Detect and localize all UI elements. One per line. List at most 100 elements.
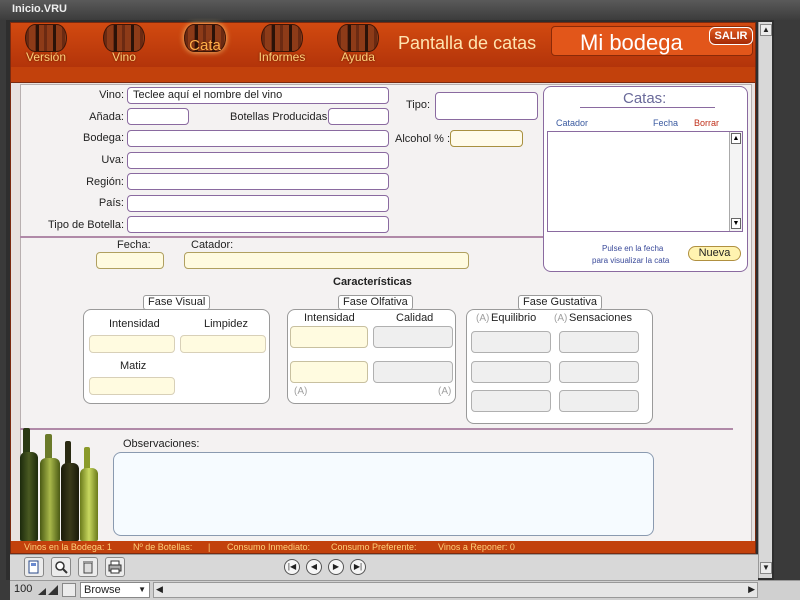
caracteristicas-heading: Características	[333, 276, 412, 288]
nav-informes-label: Informes	[258, 50, 306, 64]
gustativa-equilibrio-label: Equilibrio	[491, 312, 537, 324]
gustativa-sensaciones-label: Sensaciones	[569, 312, 632, 324]
barrel-icon	[25, 24, 67, 52]
status-separator: |	[208, 542, 211, 552]
visual-matiz-label: Matiz	[120, 360, 147, 372]
tipo-botella-label: Tipo de Botella:	[47, 219, 124, 231]
olfativa-intensidad-label: Intensidad	[304, 312, 355, 324]
botellas-producidas-field[interactable]	[328, 108, 389, 125]
gustativa-field-1[interactable]	[471, 331, 551, 353]
gustativa-hint-1: (A)	[476, 313, 490, 324]
divider-line-2	[20, 428, 733, 430]
scroll-down-icon[interactable]: ▼	[760, 562, 772, 574]
fecha-field[interactable]	[96, 252, 164, 269]
col-catador: Catador	[556, 118, 589, 128]
catas-hint-2: para visualizar la cata	[592, 256, 670, 265]
olfativa-aroma-field-2[interactable]	[373, 361, 453, 383]
nav-vino-button[interactable]: Vino	[93, 23, 155, 67]
bodega-field[interactable]	[127, 130, 389, 147]
status-vinos-bodega: Vinos en la Bodega: 1	[24, 542, 112, 552]
anada-label: Añada:	[89, 111, 124, 123]
tipo-botella-field[interactable]	[127, 216, 389, 233]
scroll-up-icon[interactable]: ▲	[760, 24, 772, 36]
visual-intensidad-field[interactable]	[89, 335, 175, 353]
alcohol-field[interactable]	[450, 130, 523, 147]
uva-field[interactable]	[127, 152, 389, 169]
vino-field[interactable]: Teclee aquí el nombre del vino	[127, 87, 389, 104]
nav-version-label: Versión	[25, 50, 67, 64]
fase-visual-title: Fase Visual	[143, 295, 211, 310]
salir-button[interactable]: SALIR	[709, 27, 753, 45]
gustativa-field-3[interactable]	[471, 361, 551, 383]
scroll-right-icon[interactable]: ▶	[748, 584, 755, 595]
scroll-up-icon[interactable]: ▲	[731, 133, 741, 144]
gustativa-field-4[interactable]	[559, 361, 639, 383]
observaciones-label: Observaciones:	[123, 438, 200, 450]
scroll-left-icon[interactable]: ◀	[156, 584, 163, 595]
print-icon[interactable]	[105, 557, 125, 577]
nav-ayuda-button[interactable]: Ayuda	[327, 23, 389, 67]
mode-select[interactable]: Browse ▼	[80, 582, 150, 598]
olfativa-intensidad-field[interactable]	[290, 326, 368, 348]
screen-title: Pantalla de catas	[398, 33, 537, 53]
fase-gustativa-title: Fase Gustativa	[518, 295, 602, 310]
status-vinos-reponer: Vinos a Reponer: 0	[438, 542, 515, 552]
first-icon[interactable]: |◀	[284, 559, 300, 575]
catador-label: Catador:	[191, 239, 234, 251]
olfativa-aroma-field-1[interactable]	[290, 361, 368, 383]
bodega-label: Bodega:	[83, 132, 124, 144]
last-icon[interactable]: ▶|	[350, 559, 366, 575]
visual-limpidez-field[interactable]	[180, 335, 266, 353]
catas-scrollbar[interactable]: ▲ ▼	[729, 132, 742, 231]
nav-version-button[interactable]: Versión	[15, 23, 77, 67]
window-title: Inicio.VRU	[0, 0, 800, 20]
trash-icon[interactable]	[78, 557, 98, 577]
gustativa-field-5[interactable]	[471, 390, 551, 412]
tipo-field[interactable]	[435, 92, 538, 120]
alcohol-label: Alcohol % :	[395, 133, 451, 145]
zoom-level[interactable]: 100	[14, 583, 32, 595]
olfativa-calidad-label: Calidad	[396, 312, 434, 324]
barrel-icon	[103, 24, 145, 52]
fecha-label: Fecha:	[117, 239, 151, 251]
visual-intensidad-label: Intensidad	[109, 318, 160, 330]
anada-field[interactable]	[127, 108, 189, 125]
nav-vino-label: Vino	[112, 50, 136, 64]
prev-icon[interactable]: ◀	[306, 559, 322, 575]
pais-field[interactable]	[127, 195, 389, 212]
gustativa-field-6[interactable]	[559, 390, 639, 412]
olfativa-hint-right: (A)	[438, 386, 452, 397]
catas-title: Catas:	[623, 90, 667, 107]
nav-cata-label: Cata	[189, 37, 221, 54]
col-fecha: Fecha	[653, 118, 679, 128]
botellas-producidas-label: Botellas Producidas:	[230, 111, 331, 123]
region-field[interactable]	[127, 173, 389, 190]
gustativa-hint-2: (A)	[554, 313, 568, 324]
vertical-scrollbar[interactable]: ▲ ▼	[758, 22, 772, 578]
observaciones-field[interactable]	[113, 452, 654, 536]
nav-informes-button[interactable]: Informes	[251, 23, 313, 67]
tipo-label: Tipo:	[406, 99, 431, 111]
next-icon[interactable]: ▶	[328, 559, 344, 575]
olfativa-hint-left: (A)	[294, 386, 308, 397]
col-borrar: Borrar	[694, 118, 720, 128]
barrel-icon	[337, 24, 379, 52]
gustativa-field-2[interactable]	[559, 331, 639, 353]
nav-cata-button[interactable]: Cata	[174, 23, 236, 67]
zoom-icon[interactable]	[38, 585, 60, 595]
catador-field[interactable]	[184, 252, 469, 269]
barrel-icon	[261, 24, 303, 52]
olfativa-calidad-field[interactable]	[373, 326, 453, 348]
status-area-toggle-icon[interactable]	[62, 583, 76, 597]
find-icon[interactable]	[51, 557, 71, 577]
scroll-down-icon[interactable]: ▼	[731, 218, 741, 229]
fase-olfativa-title: Fase Olfativa	[338, 295, 413, 310]
status-consumo-preferente: Consumo Preferente:	[331, 542, 417, 552]
catas-list[interactable]	[547, 131, 743, 232]
nav-ayuda-label: Ayuda	[341, 50, 375, 64]
horizontal-scrollbar[interactable]: ◀ ▶	[153, 582, 758, 598]
nueva-cata-button[interactable]: Nueva	[688, 246, 741, 261]
visual-matiz-field[interactable]	[89, 377, 175, 395]
new-record-icon[interactable]	[24, 557, 44, 577]
status-botellas: Nº de Botellas:	[133, 542, 193, 552]
